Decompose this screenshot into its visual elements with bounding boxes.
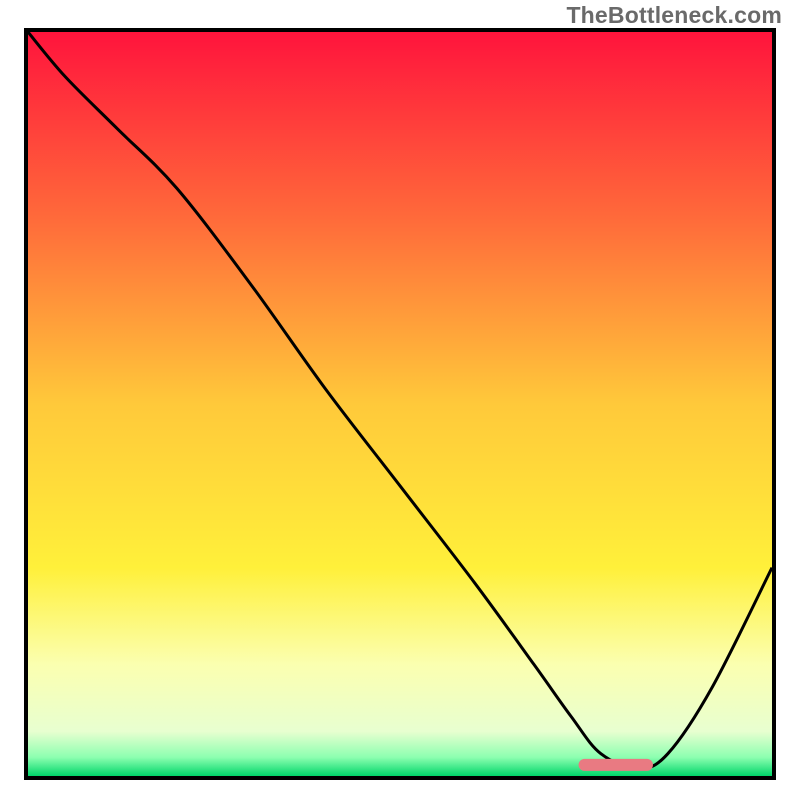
chart-background-gradient: [28, 32, 772, 776]
bottleneck-chart: [28, 32, 772, 776]
optimal-range-marker: [579, 759, 653, 771]
watermark-text: TheBottleneck.com: [566, 2, 782, 29]
